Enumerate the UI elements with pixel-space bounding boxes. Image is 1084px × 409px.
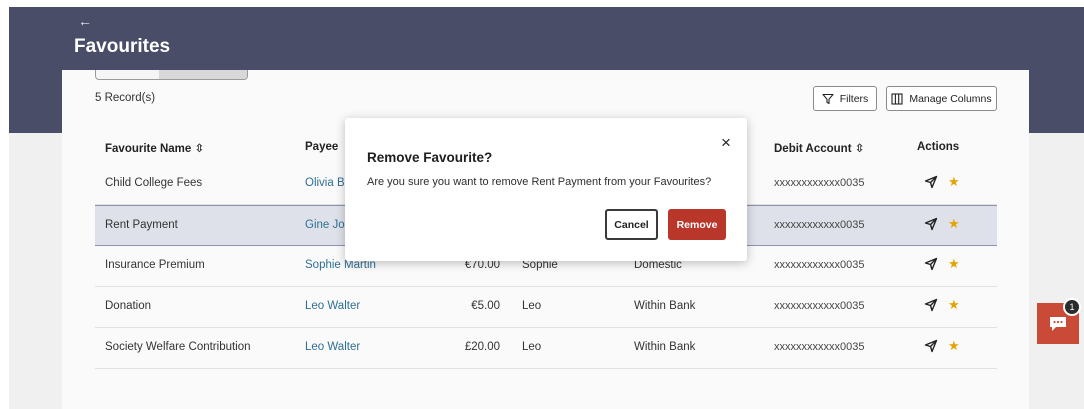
- header-favourite-name[interactable]: Favourite Name ⇳: [105, 141, 204, 155]
- cell-favourite-name: Child College Fees: [105, 177, 203, 189]
- remove-button[interactable]: Remove: [668, 209, 726, 240]
- chat-icon: [1050, 316, 1066, 331]
- cell-nickname: Leo: [522, 341, 542, 353]
- favourite-star-icon[interactable]: ★: [948, 339, 960, 352]
- cell-favourite-name: Rent Payment: [105, 219, 178, 231]
- sort-icon[interactable]: ⇳: [194, 143, 204, 155]
- header-payee[interactable]: Payee: [305, 141, 338, 153]
- cell-payee-link[interactable]: Olivia Br: [305, 177, 348, 189]
- sort-icon[interactable]: ⇳: [855, 143, 865, 155]
- header-debit-account[interactable]: Debit Account ⇳: [774, 141, 864, 155]
- dialog-title: Remove Favourite?: [367, 150, 493, 165]
- manage-columns-label: Manage Columns: [909, 92, 992, 105]
- cell-debit-account: xxxxxxxxxxxx0035: [774, 177, 865, 189]
- cell-debit-account: xxxxxxxxxxxx0035: [774, 219, 865, 231]
- view-toggle-active[interactable]: [159, 70, 247, 79]
- page-title: Favourites: [74, 36, 171, 57]
- cell-debit-account: xxxxxxxxxxxx0035: [774, 259, 865, 271]
- cell-favourite-name: Donation: [105, 300, 152, 312]
- filters-label: Filters: [839, 92, 869, 105]
- favourite-star-icon[interactable]: ★: [948, 298, 960, 311]
- header-actions: Actions: [917, 141, 960, 153]
- dialog-message: Are you sure you want to remove Rent Pay…: [367, 176, 712, 188]
- view-toggle[interactable]: [95, 70, 248, 80]
- table-row[interactable]: Donation Leo Walter €5.00 Leo Within Ban…: [95, 287, 997, 328]
- cell-favourite-name: Insurance Premium: [105, 259, 205, 271]
- cell-payee-link[interactable]: Leo Walter: [305, 300, 360, 312]
- favourite-star-icon[interactable]: ★: [948, 217, 960, 230]
- table-row[interactable]: Society Welfare Contribution Leo Walter …: [95, 328, 997, 369]
- cancel-button[interactable]: Cancel: [605, 209, 658, 240]
- record-count: 5 Record(s): [95, 92, 156, 104]
- favourite-star-icon[interactable]: ★: [948, 175, 960, 188]
- remove-favourite-dialog: Remove Favourite? × Are you sure you wan…: [345, 118, 747, 261]
- cell-payee-link[interactable]: Leo Walter: [305, 341, 360, 353]
- cell-payee-link[interactable]: Gine Jo: [305, 219, 345, 231]
- manage-columns-button[interactable]: Manage Columns: [886, 86, 997, 111]
- cell-debit-account: xxxxxxxxxxxx0035: [774, 300, 865, 312]
- cell-transfer-type: Within Bank: [634, 341, 696, 353]
- filters-button[interactable]: Filters: [813, 86, 877, 111]
- cell-nickname: Leo: [522, 300, 542, 312]
- send-icon[interactable]: [924, 217, 938, 231]
- cell-amount: £20.00: [464, 341, 500, 353]
- send-icon[interactable]: [924, 339, 938, 353]
- favourite-star-icon[interactable]: ★: [948, 257, 960, 270]
- cell-transfer-type: Within Bank: [634, 300, 696, 312]
- notification-badge: 1: [1063, 298, 1081, 316]
- send-icon[interactable]: [924, 175, 938, 189]
- send-icon[interactable]: [924, 298, 938, 312]
- cell-favourite-name: Society Welfare Contribution: [105, 341, 251, 353]
- back-arrow-icon[interactable]: ←: [78, 14, 92, 28]
- cell-amount: €5.00: [471, 300, 500, 312]
- filter-icon: [822, 93, 834, 104]
- cell-debit-account: xxxxxxxxxxxx0035: [774, 341, 865, 353]
- columns-icon: [891, 92, 903, 105]
- send-icon[interactable]: [924, 257, 938, 271]
- close-icon[interactable]: ×: [719, 134, 733, 151]
